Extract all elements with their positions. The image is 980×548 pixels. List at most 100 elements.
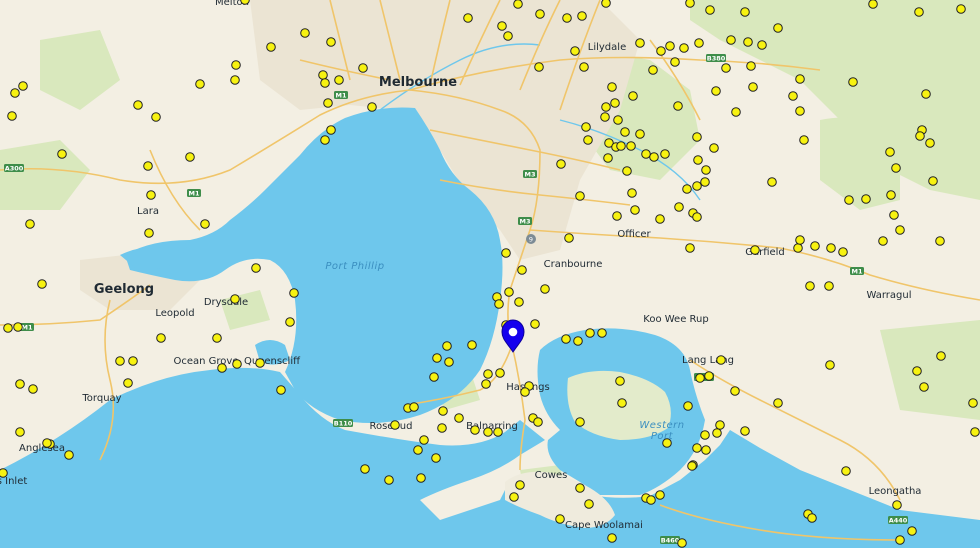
map-marker[interactable] (795, 106, 805, 116)
map-marker[interactable] (438, 406, 448, 416)
map-marker[interactable] (323, 98, 333, 108)
map-marker[interactable] (431, 453, 441, 463)
map-marker[interactable] (230, 294, 240, 304)
map-marker[interactable] (540, 284, 550, 294)
map-marker[interactable] (895, 225, 905, 235)
map-marker[interactable] (37, 279, 47, 289)
map-marker[interactable] (515, 480, 525, 490)
map-marker[interactable] (561, 334, 571, 344)
map-marker[interactable] (266, 42, 276, 52)
map-marker[interactable] (3, 323, 13, 333)
map-marker[interactable] (826, 243, 836, 253)
map-marker[interactable] (683, 401, 693, 411)
map-marker[interactable] (630, 205, 640, 215)
map-marker[interactable] (384, 475, 394, 485)
map-marker[interactable] (413, 445, 423, 455)
map-marker[interactable] (620, 127, 630, 137)
map-marker[interactable] (730, 386, 740, 396)
map-marker[interactable] (564, 233, 574, 243)
map-marker[interactable] (695, 373, 705, 383)
map-marker[interactable] (748, 82, 758, 92)
map-marker[interactable] (743, 37, 753, 47)
map-svg[interactable]: M1 M1 M1 M1 M3 M3 A300 B110 A440 A440 B4… (0, 0, 980, 548)
map-marker[interactable] (251, 263, 261, 273)
map-marker[interactable] (128, 356, 138, 366)
map-marker[interactable] (230, 75, 240, 85)
map-marker[interactable] (255, 358, 265, 368)
map-marker[interactable] (289, 288, 299, 298)
map-marker[interactable] (773, 23, 783, 33)
map-marker[interactable] (483, 427, 493, 437)
map-marker[interactable] (200, 219, 210, 229)
map-marker[interactable] (712, 428, 722, 438)
map-marker[interactable] (444, 357, 454, 367)
map-marker[interactable] (721, 63, 731, 73)
map-marker[interactable] (824, 281, 834, 291)
map-marker[interactable] (700, 430, 710, 440)
map-marker[interactable] (497, 21, 507, 31)
map-marker[interactable] (670, 57, 680, 67)
map-marker[interactable] (935, 236, 945, 246)
map-marker[interactable] (416, 473, 426, 483)
map-marker[interactable] (367, 102, 377, 112)
map-marker[interactable] (936, 351, 946, 361)
map-marker[interactable] (146, 190, 156, 200)
map-marker[interactable] (646, 495, 656, 505)
map-marker[interactable] (600, 112, 610, 122)
map-marker[interactable] (716, 355, 726, 365)
map-marker[interactable] (615, 376, 625, 386)
map-marker[interactable] (693, 155, 703, 165)
map-marker[interactable] (509, 492, 519, 502)
map-marker[interactable] (467, 340, 477, 350)
map-marker[interactable] (530, 319, 540, 329)
map-marker[interactable] (151, 112, 161, 122)
map-marker[interactable] (573, 336, 583, 346)
map-marker[interactable] (601, 102, 611, 112)
map-marker[interactable] (687, 461, 697, 471)
map-marker[interactable] (575, 417, 585, 427)
map-marker[interactable] (886, 190, 896, 200)
map-marker[interactable] (520, 387, 530, 397)
map-marker[interactable] (928, 176, 938, 186)
map-marker[interactable] (767, 177, 777, 187)
map-marker[interactable] (562, 13, 572, 23)
map-marker[interactable] (57, 149, 67, 159)
map-marker[interactable] (628, 91, 638, 101)
map-marker[interactable] (673, 101, 683, 111)
map-marker[interactable] (513, 0, 523, 9)
map-marker[interactable] (616, 141, 626, 151)
map-marker[interactable] (799, 135, 809, 145)
map-marker[interactable] (300, 28, 310, 38)
map-marker[interactable] (795, 74, 805, 84)
map-marker[interactable] (285, 317, 295, 327)
map-marker[interactable] (626, 141, 636, 151)
map-marker[interactable] (240, 0, 250, 5)
map-marker[interactable] (677, 538, 687, 548)
map-marker[interactable] (535, 9, 545, 19)
map-marker[interactable] (607, 82, 617, 92)
map-marker[interactable] (575, 483, 585, 493)
map-marker[interactable] (895, 535, 905, 545)
map-marker[interactable] (494, 299, 504, 309)
map-marker[interactable] (656, 46, 666, 56)
map-marker[interactable] (665, 41, 675, 51)
map-marker[interactable] (358, 63, 368, 73)
map-marker[interactable] (726, 35, 736, 45)
map-marker[interactable] (692, 132, 702, 142)
map-marker[interactable] (217, 363, 227, 373)
map-marker[interactable] (844, 195, 854, 205)
map-marker[interactable] (715, 420, 725, 430)
map-marker[interactable] (788, 91, 798, 101)
map-marker[interactable] (740, 426, 750, 436)
map-marker[interactable] (231, 60, 241, 70)
map-marker[interactable] (15, 379, 25, 389)
map-marker[interactable] (807, 513, 817, 523)
map-marker[interactable] (861, 194, 871, 204)
map-marker[interactable] (679, 43, 689, 53)
map-marker[interactable] (914, 7, 924, 17)
map-marker[interactable] (212, 333, 222, 343)
map-marker[interactable] (868, 0, 878, 9)
map-marker[interactable] (585, 328, 595, 338)
map-marker[interactable] (655, 490, 665, 500)
map-marker[interactable] (143, 161, 153, 171)
